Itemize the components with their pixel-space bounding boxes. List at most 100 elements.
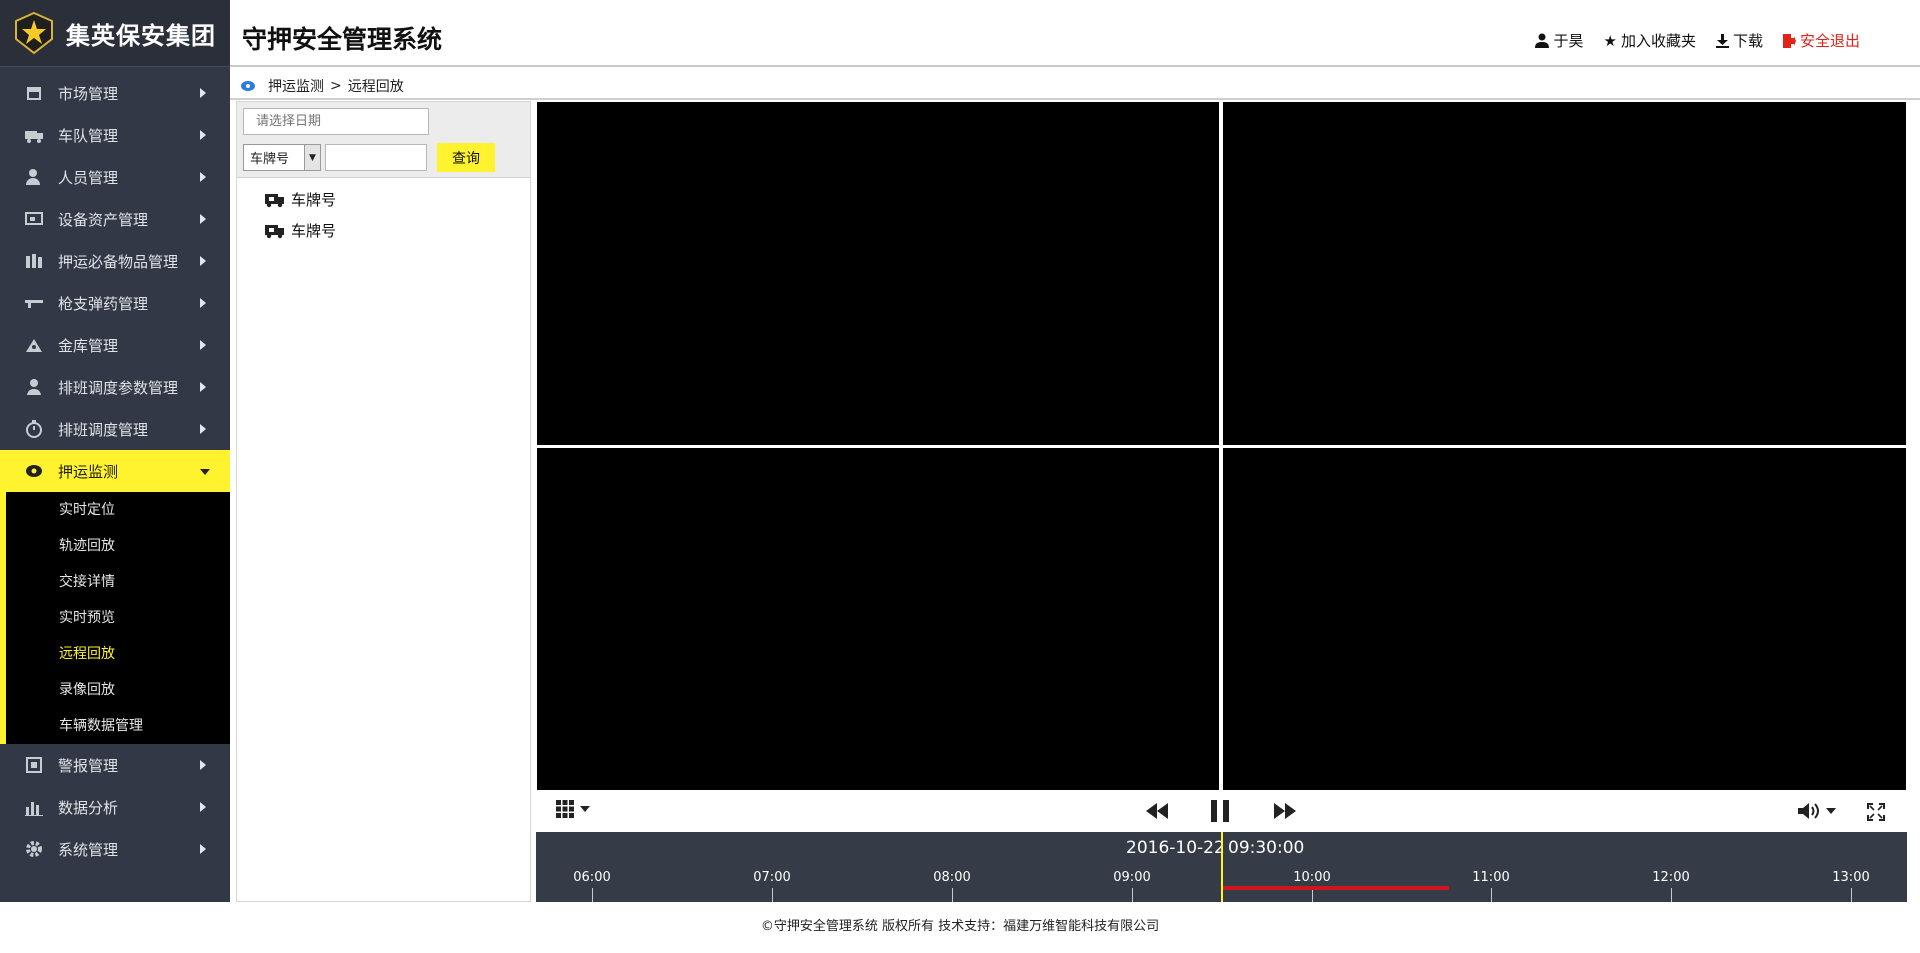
download-label: 下载 — [1732, 32, 1763, 50]
submenu-item-remote-playback[interactable]: 远程回放 — [6, 636, 230, 672]
download-icon — [1715, 33, 1729, 48]
submenu-item-live-preview[interactable]: 实时预览 — [6, 600, 230, 636]
company-name: 集英保安集团 — [66, 21, 216, 50]
volume-icon — [1798, 803, 1819, 819]
video-cell-1[interactable] — [537, 102, 1219, 445]
menu-item-escort-supplies[interactable]: 押运必备物品管理 — [0, 240, 230, 282]
chevron-right-icon — [200, 256, 206, 266]
timeline-cursor[interactable] — [1221, 832, 1223, 902]
menu-label: 排班调度管理 — [58, 420, 149, 439]
submenu-item-handover-details[interactable]: 交接详情 — [6, 564, 230, 600]
grid-layout-icon — [556, 800, 574, 818]
chevron-right-icon — [200, 298, 206, 308]
add-favorite-label: 加入收藏夹 — [1620, 32, 1696, 50]
supplies-icon — [24, 251, 44, 271]
video-cell-2[interactable] — [1223, 102, 1906, 445]
menu-label: 押运必备物品管理 — [58, 252, 179, 271]
chevron-right-icon — [200, 424, 206, 434]
vault-icon — [24, 335, 44, 355]
menu-item-device-assets[interactable]: 设备资产管理 — [0, 198, 230, 240]
menu-label: 人员管理 — [58, 168, 119, 187]
tree-item-vehicle[interactable]: 车牌号 — [265, 215, 530, 246]
submenu-item-realtime-location[interactable]: 实时定位 — [6, 492, 230, 528]
menu-item-vault[interactable]: 金库管理 — [0, 324, 230, 366]
timeline-tick-label: 09:00 — [1113, 870, 1151, 885]
camera-truck-icon — [265, 224, 284, 238]
app-root: 集英保安集团 市场管理 车队管理 人员管理 设备资产管理 押运必备物品管理 枪支… — [0, 0, 1920, 953]
chevron-right-icon — [200, 802, 206, 812]
video-grid — [536, 101, 1907, 791]
menu-item-market[interactable]: 市场管理 — [0, 72, 230, 114]
menu-item-schedule[interactable]: 排班调度管理 — [0, 408, 230, 450]
fast-forward-icon[interactable] — [1274, 803, 1296, 819]
menu-item-firearms[interactable]: 枪支弹药管理 — [0, 282, 230, 324]
menu-item-alarm[interactable]: 警报管理 — [0, 744, 230, 786]
monitor-icon — [24, 461, 44, 481]
chevron-right-icon — [200, 760, 206, 770]
add-favorite-link[interactable]: ★ 加入收藏夹 — [1604, 30, 1696, 51]
timeline-tick-mark — [1671, 888, 1672, 902]
logout-icon — [1782, 33, 1796, 48]
menu-item-schedule-params[interactable]: 排班调度参数管理 — [0, 366, 230, 408]
video-cell-4[interactable] — [1223, 448, 1906, 790]
submenu-item-track-playback[interactable]: 轨迹回放 — [6, 528, 230, 564]
fullscreen-icon[interactable] — [1867, 803, 1885, 821]
plate-input[interactable] — [325, 144, 427, 171]
timeline-tick-label: 06:00 — [573, 870, 611, 885]
tree-item-label: 车牌号 — [291, 191, 337, 209]
menu-label: 系统管理 — [58, 840, 119, 859]
submenu-item-recording-playback[interactable]: 录像回放 — [6, 672, 230, 708]
bottom-menu: 警报管理 数据分析 系统管理 — [0, 744, 230, 870]
vehicle-tree: 车牌号 车牌号 — [237, 178, 530, 246]
video-cell-3[interactable] — [537, 448, 1219, 790]
menu-label: 排班调度参数管理 — [58, 378, 179, 397]
user-icon — [1535, 33, 1550, 48]
logout-link[interactable]: 安全退出 — [1782, 30, 1860, 51]
menu-item-system[interactable]: 系统管理 — [0, 828, 230, 870]
user-profile-link[interactable]: 于昊 — [1535, 30, 1584, 51]
download-link[interactable]: 下载 — [1715, 30, 1763, 51]
user-name: 于昊 — [1553, 32, 1584, 50]
timeline-tick-mark — [592, 888, 593, 902]
logout-label: 安全退出 — [1799, 32, 1860, 50]
menu-label: 枪支弹药管理 — [58, 294, 149, 313]
menu-item-personnel[interactable]: 人员管理 — [0, 156, 230, 198]
gun-icon — [24, 293, 44, 313]
main-menu: 市场管理 车队管理 人员管理 设备资产管理 押运必备物品管理 枪支弹药管理 金库… — [0, 67, 230, 492]
sidebar: 集英保安集团 市场管理 车队管理 人员管理 设备资产管理 押运必备物品管理 枪支… — [0, 0, 230, 902]
tree-item-vehicle[interactable]: 车牌号 — [265, 184, 530, 215]
rewind-icon[interactable] — [1146, 803, 1168, 819]
query-button[interactable]: 查询 — [437, 143, 495, 172]
pause-icon[interactable] — [1211, 800, 1229, 822]
chevron-right-icon — [200, 172, 206, 182]
submenu-item-vehicle-data[interactable]: 车辆数据管理 — [6, 708, 230, 744]
menu-label: 车队管理 — [58, 126, 119, 145]
menu-item-escort-monitor[interactable]: 押运监测 — [0, 450, 230, 492]
playback-timeline[interactable]: 2016-10-22 09:30:00 06:00 07:00 08:00 09… — [536, 832, 1907, 902]
layout-switcher[interactable] — [556, 800, 590, 818]
timeline-tick-label: 11:00 — [1472, 870, 1510, 885]
select-value: 车牌号 — [250, 152, 290, 167]
recording-segment[interactable] — [1222, 886, 1449, 890]
menu-item-fleet[interactable]: 车队管理 — [0, 114, 230, 156]
timeline-time: 09:30:00 — [1228, 838, 1305, 858]
timeline-tick-label: 12:00 — [1652, 870, 1690, 885]
vehicle-panel: 车牌号 ▼ 查询 车牌号 车牌号 — [236, 101, 531, 902]
chevron-right-icon — [200, 214, 206, 224]
breadcrumb-parent[interactable]: 押运监测 — [268, 76, 324, 96]
alarm-icon — [24, 755, 44, 775]
timeline-tick-label: 10:00 — [1293, 870, 1331, 885]
menu-label: 押运监测 — [58, 462, 119, 481]
menu-label: 数据分析 — [58, 798, 119, 817]
chevron-down-icon[interactable]: ▼ — [304, 145, 320, 170]
volume-control[interactable] — [1798, 802, 1836, 820]
timeline-tick-label: 08:00 — [933, 870, 971, 885]
menu-label: 金库管理 — [58, 336, 119, 355]
menu-item-data-analysis[interactable]: 数据分析 — [0, 786, 230, 828]
playback-controls — [536, 792, 1907, 832]
search-type-select[interactable]: 车牌号 ▼ — [243, 144, 321, 171]
timeline-tick-mark — [1312, 888, 1313, 902]
date-input[interactable] — [243, 108, 429, 135]
timeline-tick-mark — [952, 888, 953, 902]
company-emblem-icon — [15, 11, 53, 55]
